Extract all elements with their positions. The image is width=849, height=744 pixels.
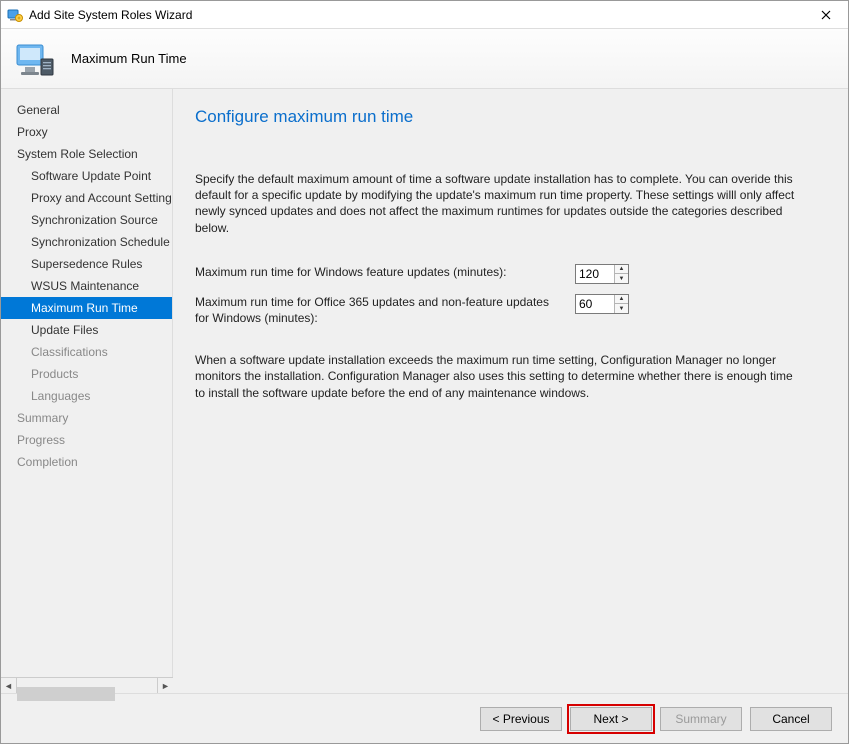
nav-item-label: Synchronization Source (31, 213, 158, 227)
wizard-window: Add Site System Roles Wizard Maximum Run… (0, 0, 849, 744)
next-button[interactable]: Next > (570, 707, 652, 731)
nav-item-progress: Progress (1, 429, 172, 451)
nav-item-label: Completion (17, 455, 78, 469)
nav-item-synchronization-schedule[interactable]: Synchronization Schedule (1, 231, 172, 253)
nav-item-label: Maximum Run Time (31, 301, 138, 315)
sidebar-hscrollbar[interactable]: ◄ ► (1, 677, 173, 693)
spinner-up-icon[interactable]: ▲ (615, 265, 628, 275)
nav-item-label: General (17, 103, 60, 117)
spinner-down-icon[interactable]: ▼ (615, 304, 628, 313)
page-heading: Configure maximum run time (195, 107, 826, 127)
description-text: Specify the default maximum amount of ti… (195, 171, 805, 236)
form-rows: Maximum run time for Windows feature upd… (195, 264, 826, 336)
nav-item-system-role-selection[interactable]: System Role Selection (1, 143, 172, 165)
header-banner: Maximum Run Time (1, 29, 848, 89)
summary-button: Summary (660, 707, 742, 731)
sidebar: General Proxy System Role Selection Softwar… (1, 89, 173, 693)
nav-item-label: Synchronization Schedule (31, 235, 170, 249)
server-icon (13, 37, 57, 81)
spinner-down-icon[interactable]: ▼ (615, 274, 628, 283)
scroll-thumb[interactable] (17, 687, 115, 701)
nav-item-languages: Languages (1, 385, 172, 407)
close-button[interactable] (804, 1, 848, 29)
input-feature-updates[interactable] (576, 265, 614, 283)
note-text: When a software update installation exce… (195, 352, 805, 401)
row-office-updates: Maximum run time for Office 365 updates … (195, 294, 815, 326)
nav-item-label: Software Update Point (31, 169, 151, 183)
nav-item-synchronization-source[interactable]: Synchronization Source (1, 209, 172, 231)
nav-item-supersedence-rules[interactable]: Supersedence Rules (1, 253, 172, 275)
nav-item-label: Supersedence Rules (31, 257, 142, 271)
nav-item-label: Summary (17, 411, 68, 425)
nav-item-label: Proxy and Account Settings (31, 191, 172, 205)
scroll-right-icon[interactable]: ► (157, 678, 173, 694)
nav-item-proxy[interactable]: Proxy (1, 121, 172, 143)
nav-item-completion: Completion (1, 451, 172, 473)
nav-item-label: Classifications (31, 345, 108, 359)
nav-item-proxy-and-account-settings[interactable]: Proxy and Account Settings (1, 187, 172, 209)
label-office-updates: Maximum run time for Office 365 updates … (195, 294, 575, 326)
spinner-office-updates: ▲ ▼ (575, 294, 629, 314)
cancel-button[interactable]: Cancel (750, 707, 832, 731)
spinner-up-icon[interactable]: ▲ (615, 295, 628, 305)
window-title: Add Site System Roles Wizard (29, 8, 804, 22)
nav-item-summary: Summary (1, 407, 172, 429)
content-pane: Configure maximum run time Specify the d… (173, 89, 848, 693)
nav-item-label: Proxy (17, 125, 48, 139)
nav-item-products: Products (1, 363, 172, 385)
nav-item-label: Update Files (31, 323, 98, 337)
nav-item-label: Progress (17, 433, 65, 447)
nav-item-general[interactable]: General (1, 99, 172, 121)
nav-item-software-update-point[interactable]: Software Update Point (1, 165, 172, 187)
nav-item-label: System Role Selection (17, 147, 138, 161)
nav-item-label: WSUS Maintenance (31, 279, 139, 293)
scroll-left-icon[interactable]: ◄ (1, 678, 17, 694)
input-office-updates[interactable] (576, 295, 614, 313)
nav-item-maximum-run-time[interactable]: Maximum Run Time (1, 297, 172, 319)
nav-item-classifications: Classifications (1, 341, 172, 363)
step-title: Maximum Run Time (71, 51, 187, 66)
title-bar: Add Site System Roles Wizard (1, 1, 848, 29)
nav-item-label: Products (31, 367, 78, 381)
spinner-feature-updates: ▲ ▼ (575, 264, 629, 284)
nav-item-update-files[interactable]: Update Files (1, 319, 172, 341)
app-icon (7, 7, 23, 23)
nav-item-wsus-maintenance[interactable]: WSUS Maintenance (1, 275, 172, 297)
wizard-body: General Proxy System Role Selection Softwar… (1, 89, 848, 693)
nav-item-label: Languages (31, 389, 90, 403)
row-feature-updates: Maximum run time for Windows feature upd… (195, 264, 815, 284)
footer: < Previous Next > Summary Cancel (1, 693, 848, 743)
label-feature-updates: Maximum run time for Windows feature upd… (195, 264, 575, 280)
previous-button[interactable]: < Previous (480, 707, 562, 731)
